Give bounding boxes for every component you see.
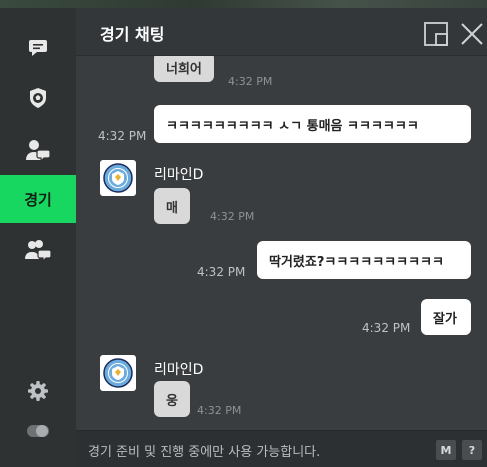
message-bubble: 웅 (154, 381, 190, 417)
chat-log[interactable]: 너희어 4:32 PM ㅋㅋㅋㅋㅋㅋㅋㅋㅋ ㅅㄱ 통매음 ㅋㅋㅋㅋㅋㅋ 4:32… (76, 56, 487, 430)
close-icon[interactable] (460, 22, 484, 46)
sidebar-item-match-label: 경기 (24, 190, 52, 209)
input-disabled-notice: 경기 준비 및 진행 중에만 사용 가능합니다. (88, 445, 321, 460)
avatar[interactable] (100, 160, 136, 196)
sidebar-item-group-chat[interactable] (0, 226, 76, 274)
sidebar: 경기 (0, 8, 76, 467)
panel-header: 경기 채팅 (76, 8, 487, 56)
sender-name: 리마인D (154, 167, 204, 183)
sidebar-item-friend-chat[interactable] (0, 126, 76, 174)
toggle-icon (27, 425, 49, 437)
message-time: 4:32 PM (362, 321, 411, 335)
club-crest-icon (103, 358, 133, 388)
page-title: 경기 채팅 (100, 25, 165, 44)
club-crest-icon (103, 163, 133, 193)
message-bubble: 매 (154, 188, 190, 224)
message-bubble: ㅋㅋㅋㅋㅋㅋㅋㅋㅋ ㅅㄱ 통매음 ㅋㅋㅋㅋㅋㅋ (154, 105, 471, 143)
toggle-button[interactable] (0, 407, 76, 455)
sidebar-item-match[interactable]: 경기 (0, 175, 76, 223)
message-time: 4:32 PM (197, 265, 246, 279)
chat-input-bar[interactable]: 경기 준비 및 진행 중에만 사용 가능합니다. M ? (76, 430, 487, 467)
sender-name: 리마인D (154, 362, 204, 378)
chat-panel: 경기 채팅 너희어 4:32 PM ㅋㅋㅋㅋㅋㅋㅋㅋㅋ ㅅㄱ 통매음 ㅋㅋㅋㅋㅋ… (76, 8, 487, 467)
message-time: 4:32 PM (228, 75, 273, 88)
group-chat-icon (25, 240, 51, 261)
message-bubble: 잘가 (421, 299, 471, 335)
sidebar-item-football[interactable] (0, 74, 76, 122)
soccer-ball-icon (30, 88, 46, 108)
message-time: 4:32 PM (98, 129, 147, 143)
message-bubble: 딱거렸죠?ㅋㅋㅋㅋㅋㅋㅋㅋㅋㅋ (257, 241, 471, 279)
user-chat-icon (26, 140, 50, 161)
macro-button[interactable]: M (436, 440, 456, 460)
popout-icon[interactable] (424, 22, 448, 46)
background-scene (0, 0, 487, 8)
chat-bubble-icon (29, 40, 47, 56)
message-bubble: 너희어 (154, 56, 214, 82)
gear-icon (28, 381, 48, 401)
avatar[interactable] (100, 355, 136, 391)
message-time: 4:32 PM (197, 404, 242, 417)
help-button[interactable]: ? (462, 440, 482, 460)
sidebar-item-chat[interactable] (0, 24, 76, 72)
message-time: 4:32 PM (210, 210, 255, 223)
